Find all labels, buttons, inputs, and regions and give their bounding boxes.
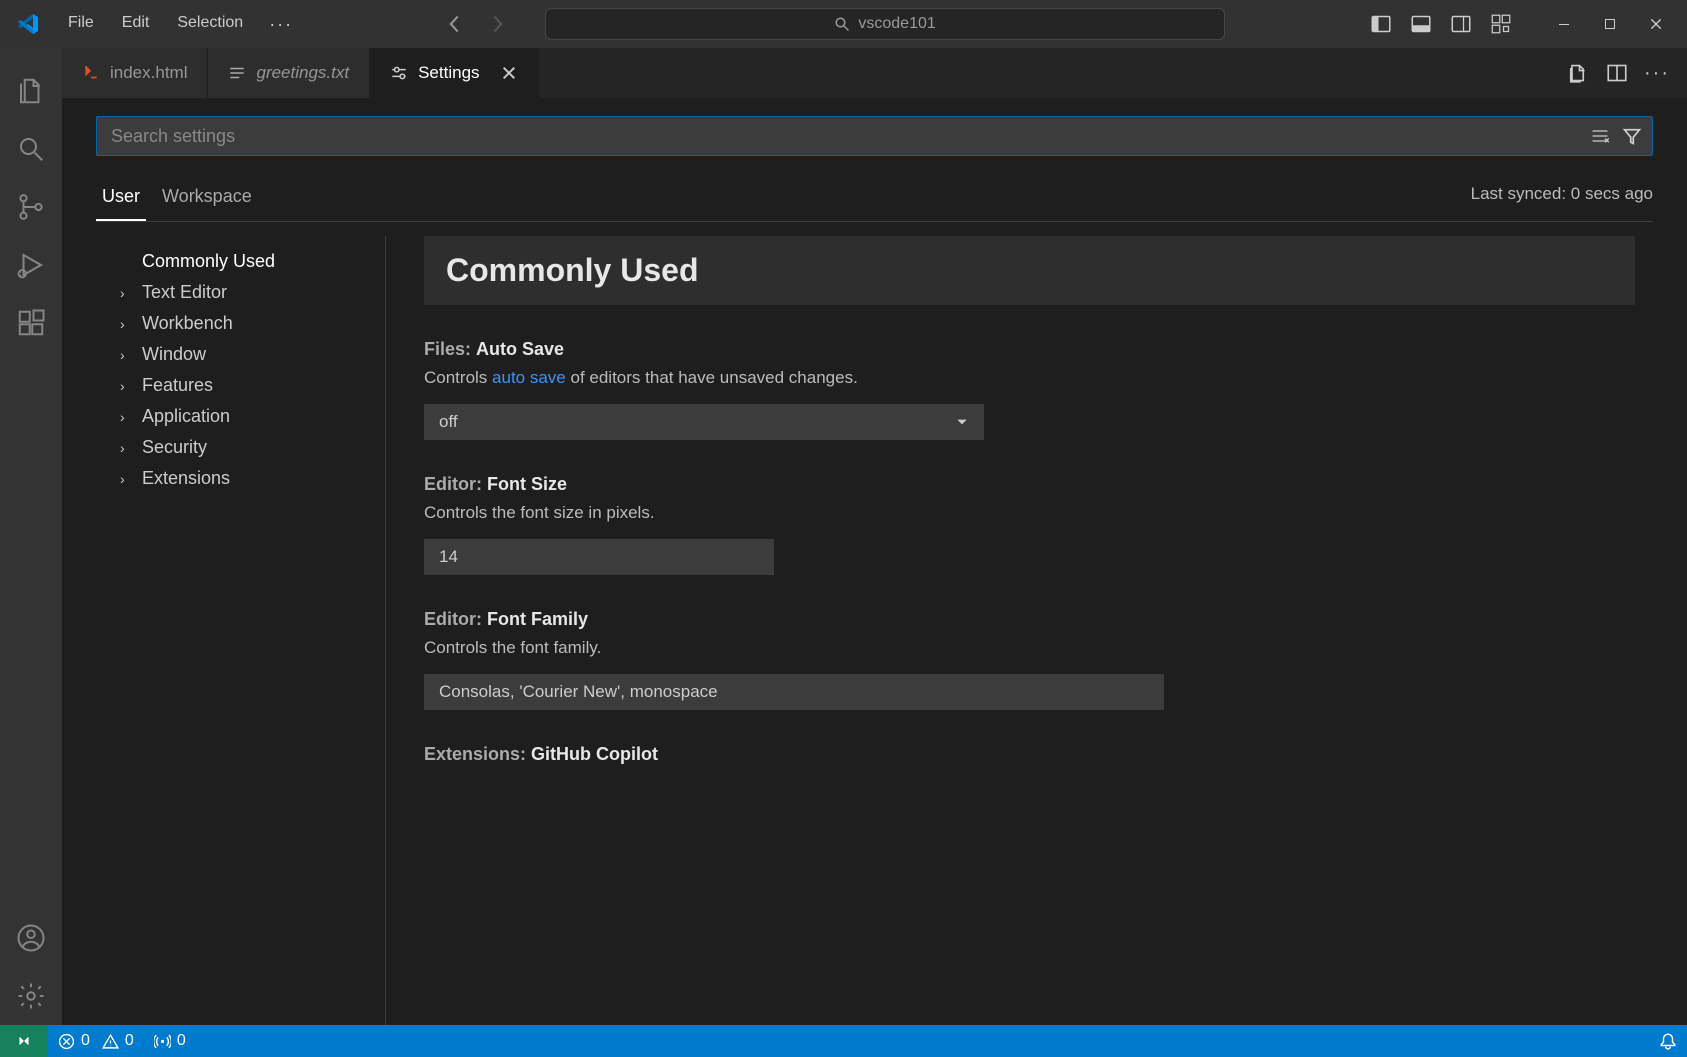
status-bar: 0 0 0: [0, 1025, 1687, 1057]
toc-commonly-used[interactable]: Commonly Used: [96, 246, 385, 277]
activity-source-control-icon[interactable]: [2, 178, 60, 236]
command-center-search[interactable]: vscode101: [545, 8, 1225, 40]
error-icon: [58, 1033, 75, 1050]
chevron-right-icon: ›: [120, 378, 138, 394]
window-minimize-icon[interactable]: [1541, 8, 1587, 40]
setting-extensions-github-copilot: Extensions: GitHub Copilot: [424, 744, 1635, 765]
menu-selection[interactable]: Selection: [165, 8, 255, 41]
window-close-icon[interactable]: [1633, 8, 1679, 40]
activity-explorer-icon[interactable]: [2, 62, 60, 120]
chevron-right-icon: ›: [120, 316, 138, 332]
toc-window[interactable]: ›Window: [96, 339, 385, 370]
filter-settings-icon[interactable]: [1620, 124, 1644, 148]
setting-category: Extensions:: [424, 744, 526, 764]
setting-description: Controls auto save of editors that have …: [424, 368, 1635, 388]
remote-indicator-icon[interactable]: [0, 1025, 48, 1057]
activity-settings-gear-icon[interactable]: [2, 967, 60, 1025]
setting-category: Files:: [424, 339, 471, 359]
auto-save-link[interactable]: auto save: [492, 368, 566, 387]
open-changes-icon[interactable]: [1561, 57, 1593, 89]
setting-name: Auto Save: [476, 339, 564, 359]
layout-customize-icon[interactable]: [1483, 9, 1519, 39]
nav-forward-icon[interactable]: [483, 10, 511, 38]
html-file-icon: [82, 64, 100, 82]
clear-search-icon[interactable]: [1588, 124, 1612, 148]
settings-search-input[interactable]: [96, 116, 1653, 156]
chevron-down-icon: [955, 415, 969, 429]
setting-name: GitHub Copilot: [531, 744, 658, 764]
settings-section-header: Commonly Used: [424, 236, 1635, 305]
font-size-input[interactable]: [424, 539, 774, 575]
menu-more-icon[interactable]: ···: [259, 8, 303, 41]
status-ports[interactable]: 0: [144, 1025, 196, 1057]
setting-name: Font Size: [487, 474, 567, 494]
setting-files-auto-save: Files: Auto Save Controls auto save of e…: [424, 339, 1635, 440]
tab-label: index.html: [110, 63, 187, 83]
activity-run-debug-icon[interactable]: [2, 236, 60, 294]
toc-workbench[interactable]: ›Workbench: [96, 308, 385, 339]
ports-count: 0: [177, 1032, 186, 1050]
select-value: off: [439, 412, 458, 432]
nav-back-icon[interactable]: [441, 10, 469, 38]
setting-description: Controls the font family.: [424, 638, 1635, 658]
status-problems[interactable]: 0 0: [48, 1025, 144, 1057]
scope-tab-user[interactable]: User: [96, 178, 146, 221]
menu-file[interactable]: File: [56, 8, 106, 41]
activity-search-icon[interactable]: [2, 120, 60, 178]
auto-save-select[interactable]: off: [424, 404, 984, 440]
setting-category: Editor:: [424, 474, 482, 494]
error-count: 0: [81, 1032, 90, 1050]
antenna-icon: [154, 1033, 171, 1050]
toc-features[interactable]: ›Features: [96, 370, 385, 401]
settings-toc: Commonly Used ›Text Editor ›Workbench ›W…: [96, 236, 386, 1025]
menu-edit[interactable]: Edit: [110, 8, 162, 41]
tab-settings[interactable]: Settings: [370, 48, 538, 98]
activity-bar: [0, 48, 62, 1025]
tab-close-icon[interactable]: [500, 64, 518, 82]
tab-index-html[interactable]: index.html: [62, 48, 208, 98]
settings-search-field[interactable]: [111, 126, 1588, 147]
layout-toggle-primary-sidebar-icon[interactable]: [1363, 9, 1399, 39]
tab-label: greetings.txt: [256, 63, 349, 83]
status-notifications-icon[interactable]: [1649, 1025, 1687, 1057]
tab-label: Settings: [418, 63, 479, 83]
sync-status-label: Last synced: 0 secs ago: [1471, 184, 1653, 216]
more-actions-icon[interactable]: ···: [1641, 57, 1673, 89]
editor-tab-bar: index.html greetings.txt Settings: [62, 48, 1687, 98]
chevron-right-icon: ›: [120, 347, 138, 363]
font-family-input[interactable]: [424, 674, 1164, 710]
toc-extensions[interactable]: ›Extensions: [96, 463, 385, 494]
setting-editor-font-size: Editor: Font Size Controls the font size…: [424, 474, 1635, 575]
warning-icon: [102, 1033, 119, 1050]
chevron-right-icon: ›: [120, 440, 138, 456]
window-maximize-icon[interactable]: [1587, 8, 1633, 40]
split-editor-icon[interactable]: [1601, 57, 1633, 89]
vscode-logo-icon: [16, 12, 40, 36]
layout-toggle-panel-icon[interactable]: [1403, 9, 1439, 39]
toc-text-editor[interactable]: ›Text Editor: [96, 277, 385, 308]
settings-sliders-icon: [390, 64, 408, 82]
toc-application[interactable]: ›Application: [96, 401, 385, 432]
chevron-right-icon: ›: [120, 471, 138, 487]
title-bar: File Edit Selection ··· vscode101: [0, 0, 1687, 48]
toc-security[interactable]: ›Security: [96, 432, 385, 463]
setting-editor-font-family: Editor: Font Family Controls the font fa…: [424, 609, 1635, 710]
activity-accounts-icon[interactable]: [2, 909, 60, 967]
search-icon: [834, 16, 850, 32]
setting-name: Font Family: [487, 609, 588, 629]
warning-count: 0: [125, 1032, 134, 1050]
command-center-text: vscode101: [858, 15, 935, 33]
scope-tab-workspace[interactable]: Workspace: [156, 178, 258, 221]
chevron-right-icon: ›: [120, 285, 138, 301]
chevron-right-icon: ›: [120, 409, 138, 425]
setting-category: Editor:: [424, 609, 482, 629]
activity-extensions-icon[interactable]: [2, 294, 60, 352]
text-file-icon: [228, 64, 246, 82]
tab-greetings-txt[interactable]: greetings.txt: [208, 48, 370, 98]
setting-description: Controls the font size in pixels.: [424, 503, 1635, 523]
layout-toggle-secondary-sidebar-icon[interactable]: [1443, 9, 1479, 39]
